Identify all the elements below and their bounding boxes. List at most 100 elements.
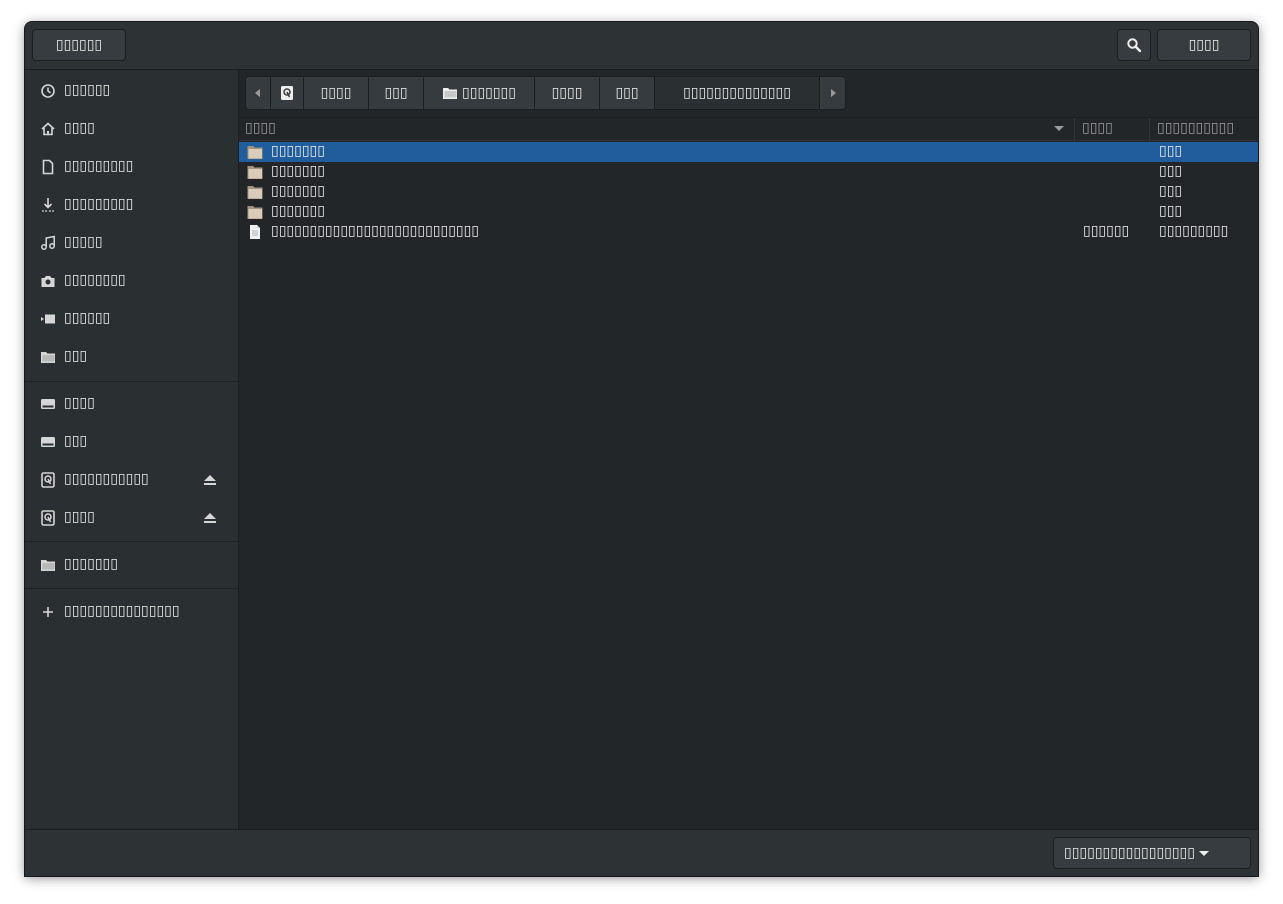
sidebar-item-label: ▯▯▯▯: [64, 120, 95, 136]
sidebar-item-downloads[interactable]: ▯▯▯▯▯▯▯▯▯: [25, 186, 238, 224]
sidebar-item-device-4[interactable]: ▯▯▯▯: [25, 499, 238, 537]
path-crumb-label: ▯▯▯▯: [551, 85, 583, 101]
path-root-button[interactable]: [271, 76, 304, 110]
path-crumb-label: ▯▯▯▯: [320, 85, 352, 101]
sidebar-item-folder[interactable]: ▯▯▯: [25, 338, 238, 376]
download-icon: [42, 198, 54, 212]
file-size: ▯▯▯▯▯▯: [1083, 223, 1130, 239]
file-filter-dropdown[interactable]: ▯▯▯▯▯▯▯▯▯▯▯▯▯▯▯▯▯: [1053, 837, 1251, 869]
harddisk-icon: [41, 472, 55, 488]
file-row[interactable]: ▯▯▯▯▯▯▯ ▯▯▯: [239, 182, 1258, 202]
header-bar: ▯▯▯▯▯▯ ▯▯▯▯: [25, 22, 1258, 70]
path-bar: ▯▯▯▯ ▯▯▯ ▯▯▯▯▯▯▯ ▯▯▯▯ ▯▯▯ ▯▯▯▯▯▯▯▯▯▯▯▯▯▯: [245, 76, 846, 110]
eject-icon[interactable]: [203, 510, 217, 526]
sidebar-item-label: ▯▯▯▯▯▯▯▯▯▯▯▯▯▯▯: [64, 603, 180, 619]
search-icon: [1127, 38, 1142, 53]
sidebar-separator: [25, 541, 238, 542]
path-crumb-current[interactable]: ▯▯▯▯▯▯▯▯▯▯▯▯▯▯: [655, 76, 820, 110]
chevron-left-icon: [255, 89, 260, 97]
path-crumb[interactable]: ▯▯▯▯▯▯▯: [424, 76, 535, 110]
folder-icon: [247, 166, 263, 179]
file-name: ▯▯▯▯▯▯▯: [271, 163, 325, 179]
path-crumb-label: ▯▯▯▯▯▯▯: [462, 85, 516, 101]
folder-icon: [247, 146, 263, 159]
sidebar-item-documents[interactable]: ▯▯▯▯▯▯▯▯▯: [25, 148, 238, 186]
column-divider: [1149, 118, 1150, 140]
sort-down-icon: [1054, 126, 1064, 131]
sidebar-item-device-2[interactable]: ▯▯▯: [25, 423, 238, 461]
plus-icon: [43, 607, 53, 617]
file-row[interactable]: ▯▯▯▯▯▯▯ ▯▯▯: [239, 202, 1258, 222]
path-crumb[interactable]: ▯▯▯▯: [535, 76, 600, 110]
sidebar-item-bookmark[interactable]: ▯▯▯▯▯▯▯: [25, 546, 238, 584]
sidebar-item-label: ▯▯▯▯▯▯▯▯▯▯▯: [64, 471, 149, 487]
eject-icon[interactable]: [203, 472, 217, 488]
chevron-down-icon: [1198, 851, 1209, 856]
path-crumb-label: ▯▯▯▯▯▯▯▯▯▯▯▯▯▯: [683, 85, 791, 101]
path-scroll-right-button[interactable]: [820, 76, 846, 110]
sidebar-item-music[interactable]: ▯▯▯▯▯: [25, 224, 238, 262]
sidebar-item-label: ▯▯▯▯▯▯▯▯▯: [64, 158, 134, 174]
text-file-icon: [250, 225, 260, 239]
file-name: ▯▯▯▯▯▯▯▯▯▯▯▯▯▯▯▯▯▯▯▯▯▯▯▯▯▯▯: [271, 223, 480, 239]
column-name-header[interactable]: ▯▯▯▯: [245, 120, 276, 136]
file-row[interactable]: ▯▯▯▯▯▯▯ ▯▯▯: [239, 162, 1258, 182]
sidebar-item-recent[interactable]: ▯▯▯▯▯▯: [25, 72, 238, 110]
cancel-button[interactable]: ▯▯▯▯▯▯: [32, 29, 126, 61]
file-modified: ▯▯▯: [1159, 183, 1183, 199]
sidebar-item-device-3[interactable]: ▯▯▯▯▯▯▯▯▯▯▯: [25, 461, 238, 499]
file-name: ▯▯▯▯▯▯▯: [271, 183, 325, 199]
sidebar-item-label: ▯▯▯▯▯▯: [64, 82, 111, 98]
path-crumb[interactable]: ▯▯▯▯: [304, 76, 369, 110]
path-crumb[interactable]: ▯▯▯: [600, 76, 655, 110]
sidebar-item-label: ▯▯▯▯▯: [64, 234, 103, 250]
sidebar-item-videos[interactable]: ▯▯▯▯▯▯: [25, 300, 238, 338]
folder-icon: [41, 352, 55, 363]
sidebar-item-other-locations[interactable]: ▯▯▯▯▯▯▯▯▯▯▯▯▯▯▯: [25, 593, 238, 631]
home-icon: [41, 122, 55, 136]
chevron-right-icon: [830, 89, 836, 97]
file-browser: ▯▯▯▯ ▯▯▯ ▯▯▯▯▯▯▯ ▯▯▯▯ ▯▯▯ ▯▯▯▯▯▯▯▯▯▯▯▯▯▯…: [239, 70, 1258, 829]
sidebar-item-device-1[interactable]: ▯▯▯▯: [25, 385, 238, 423]
column-size-header[interactable]: ▯▯▯▯: [1082, 120, 1113, 136]
footer-bar: ▯▯▯▯▯▯▯▯▯▯▯▯▯▯▯▯▯: [25, 829, 1258, 876]
folder-icon: [247, 206, 263, 219]
column-header: ▯▯▯▯ ▯▯▯▯ ▯▯▯▯▯▯▯▯▯▯: [239, 117, 1258, 141]
path-crumb[interactable]: ▯▯▯: [369, 76, 424, 110]
file-name: ▯▯▯▯▯▯▯: [271, 143, 325, 159]
sidebar-item-label: ▯▯▯▯▯▯: [64, 310, 111, 326]
places-sidebar: ▯▯▯▯▯▯ ▯▯▯▯ ▯▯▯▯▯▯▯▯▯ ▯▯▯▯▯▯▯▯▯ ▯▯▯▯▯ ▯▯…: [25, 70, 239, 829]
path-scroll-left-button[interactable]: [245, 76, 271, 110]
file-row[interactable]: ▯▯▯▯▯▯▯▯▯▯▯▯▯▯▯▯▯▯▯▯▯▯▯▯▯▯▯ ▯▯▯▯▯▯ ▯▯▯▯▯…: [239, 222, 1258, 242]
music-icon: [41, 235, 55, 250]
sidebar-item-label: ▯▯▯▯▯▯▯▯▯: [64, 196, 134, 212]
clock-icon: [41, 84, 55, 98]
file-filter-label: ▯▯▯▯▯▯▯▯▯▯▯▯▯▯▯▯▯: [1064, 845, 1195, 861]
file-chooser-dialog: ▯▯▯▯▯▯ ▯▯▯▯ ▯▯▯▯▯▯ ▯▯▯▯ ▯▯▯▯▯▯▯▯▯ ▯▯▯▯▯▯…: [25, 22, 1258, 876]
file-modified: ▯▯▯: [1159, 143, 1183, 159]
folder-icon: [41, 560, 55, 571]
file-modified: ▯▯▯: [1159, 163, 1183, 179]
drive-icon: [41, 437, 55, 447]
document-icon: [42, 159, 54, 175]
camera-icon: [41, 276, 55, 287]
sidebar-item-label: ▯▯▯: [64, 433, 88, 449]
drive-icon: [41, 399, 55, 409]
harddisk-icon: [41, 510, 55, 526]
file-row[interactable]: ▯▯▯▯▯▯▯ ▯▯▯: [239, 142, 1258, 162]
sidebar-separator: [25, 381, 238, 382]
sidebar-separator: [25, 588, 238, 589]
column-divider: [1074, 118, 1075, 140]
sidebar-item-pictures[interactable]: ▯▯▯▯▯▯▯▯: [25, 262, 238, 300]
column-modified-header[interactable]: ▯▯▯▯▯▯▯▯▯▯: [1157, 120, 1234, 136]
sidebar-item-label: ▯▯▯▯: [64, 395, 95, 411]
search-button[interactable]: [1117, 29, 1151, 61]
sidebar-item-home[interactable]: ▯▯▯▯: [25, 110, 238, 148]
harddisk-icon: [281, 86, 293, 100]
sidebar-item-label: ▯▯▯▯▯▯▯▯: [64, 272, 126, 288]
path-crumb-label: ▯▯▯: [384, 85, 408, 101]
folder-icon: [443, 88, 458, 99]
sidebar-item-label: ▯▯▯: [64, 348, 88, 364]
open-button[interactable]: ▯▯▯▯: [1157, 29, 1251, 61]
file-modified: ▯▯▯: [1159, 203, 1183, 219]
